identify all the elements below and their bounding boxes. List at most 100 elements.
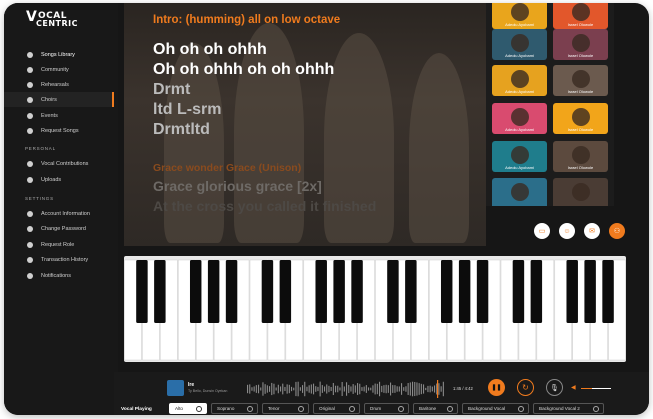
black-key[interactable]: [584, 260, 596, 323]
singer-thumb[interactable]: Adeolu Ayobami: [492, 29, 547, 60]
sidebar-item-request-songs[interactable]: Request Songs: [4, 123, 114, 138]
sidebar-item-transaction-history[interactable]: Transaction History: [4, 252, 114, 267]
singer-photo: [571, 146, 590, 164]
vocal-chip-original[interactable]: Original: [313, 403, 360, 414]
singer-photo: [571, 3, 590, 21]
profile-icon[interactable]: ☺: [559, 223, 575, 239]
black-key[interactable]: [566, 260, 578, 323]
singer-thumb[interactable]: Israel Olowole: [553, 141, 608, 172]
logo: V OCAL CENTRIC: [26, 9, 78, 28]
waveform-bar: [440, 386, 442, 392]
sidebar-item-request-role[interactable]: Request Role: [4, 237, 114, 252]
singer-thumb[interactable]: Adeolu Ayobami: [492, 141, 547, 172]
waveform-bar: [438, 383, 440, 395]
black-key[interactable]: [189, 260, 202, 323]
waveform-bar: [341, 381, 343, 397]
black-key[interactable]: [351, 260, 363, 323]
waveform-bar: [350, 386, 352, 392]
singer-thumb[interactable]: Adeolu Ayobami: [492, 65, 547, 96]
singer-photo: [510, 183, 529, 201]
piano-keyboard[interactable]: [124, 256, 626, 362]
black-key[interactable]: [279, 260, 292, 323]
vocal-chip-drum[interactable]: Drum: [364, 403, 409, 414]
singer-thumb[interactable]: [492, 178, 547, 206]
chat-icon[interactable]: ✉: [584, 223, 600, 239]
sidebar-item-songs-library[interactable]: Songs Library: [4, 47, 114, 62]
vocal-chip-soprano[interactable]: Soprano: [211, 403, 258, 414]
sidebar-item-uploads[interactable]: Uploads: [4, 172, 114, 187]
singer-photo: [571, 183, 590, 201]
black-key[interactable]: [207, 260, 220, 323]
black-key[interactable]: [512, 260, 525, 323]
waveform-bar: [260, 387, 262, 391]
vocal-chip-background-vocal-2[interactable]: Background Vocal 2: [533, 403, 604, 414]
sidebar-item-events[interactable]: Events: [4, 108, 114, 123]
lyrics-intro: Intro: (humming) all on low octave: [153, 14, 341, 26]
section-settings: SETTINGS: [25, 196, 54, 201]
sidebar-item-choirs[interactable]: Choirs: [4, 92, 114, 107]
black-key[interactable]: [136, 260, 148, 323]
singer-thumb[interactable]: Adeolu Ayobami: [492, 103, 547, 134]
choir-icon: [27, 96, 33, 103]
singer-thumb[interactable]: [553, 178, 608, 206]
singer-thumb[interactable]: Adeolu Ayobami: [492, 3, 547, 29]
singer-thumb[interactable]: Israel Olowole: [553, 29, 608, 60]
vocal-chip-tenor[interactable]: Tenor: [262, 403, 309, 414]
black-key[interactable]: [387, 260, 399, 323]
sidebar-item-change-password[interactable]: Change Password: [4, 221, 114, 236]
waveform-bar: [297, 381, 299, 397]
waveform-bar: [293, 387, 295, 391]
black-key[interactable]: [530, 260, 543, 323]
singer-photo: [510, 3, 529, 21]
singer-thumb[interactable]: Israel Olowole: [553, 3, 608, 29]
lyric-line: At the cross you called it finished: [153, 198, 377, 214]
singer-thumb[interactable]: Israel Olowole: [553, 65, 608, 96]
black-key[interactable]: [440, 260, 453, 323]
black-key[interactable]: [315, 260, 327, 323]
volume-icon[interactable]: ◀: [571, 384, 576, 391]
black-key[interactable]: [458, 260, 471, 323]
volume-level: [581, 388, 592, 389]
playhead[interactable]: [437, 380, 439, 398]
sidebar-item-community[interactable]: Community: [4, 62, 114, 77]
waveform-bar: [335, 385, 337, 393]
vocal-chip-alto[interactable]: Alto: [169, 403, 207, 414]
black-key[interactable]: [405, 260, 417, 323]
user-icon: [27, 210, 33, 217]
pause-button[interactable]: ❚❚: [488, 379, 505, 396]
waveform-bar: [328, 385, 330, 393]
waveform-bar: [317, 386, 319, 392]
sidebar-item-vocal-contributions[interactable]: Vocal Contributions: [4, 156, 114, 171]
black-key[interactable]: [261, 260, 274, 323]
sidebar-item-rehearsals[interactable]: Rehearsals: [4, 77, 114, 92]
waveform-bar: [343, 386, 345, 392]
track-title: Ire: [188, 382, 195, 388]
waveform-bar: [398, 386, 400, 392]
vocal-chip-background-vocal[interactable]: Background Vocal: [462, 403, 529, 414]
waveform-bar: [310, 384, 312, 394]
waveform-bar: [277, 384, 279, 394]
sidebar-item-notifications[interactable]: Notifications: [4, 268, 114, 283]
singer-photo: [571, 108, 590, 126]
volume-slider[interactable]: [581, 388, 611, 389]
sidebar-item-account-information[interactable]: Account Information: [4, 206, 114, 221]
waveform[interactable]: [247, 380, 447, 398]
video-icon[interactable]: ▭: [534, 223, 550, 239]
mic-button[interactable]: 🎙: [546, 379, 563, 396]
vocal-playing-label: Vocal Playing: [121, 407, 152, 412]
black-key[interactable]: [154, 260, 166, 323]
piano-keys[interactable]: [124, 256, 626, 362]
waveform-bar: [372, 385, 374, 393]
singer-thumb[interactable]: Israel Olowole: [553, 103, 608, 134]
black-key[interactable]: [602, 260, 614, 323]
black-key[interactable]: [333, 260, 345, 323]
vocal-chip-baritone[interactable]: Baritone: [413, 403, 458, 414]
waveform-bar: [302, 385, 304, 393]
black-key[interactable]: [476, 260, 489, 323]
waveform-bar: [266, 385, 268, 393]
black-key[interactable]: [225, 260, 238, 323]
waveform-bar: [253, 386, 255, 392]
waveform-bar: [332, 382, 334, 396]
group-icon[interactable]: ⚇: [609, 223, 625, 239]
repeat-button[interactable]: ↻: [517, 379, 534, 396]
